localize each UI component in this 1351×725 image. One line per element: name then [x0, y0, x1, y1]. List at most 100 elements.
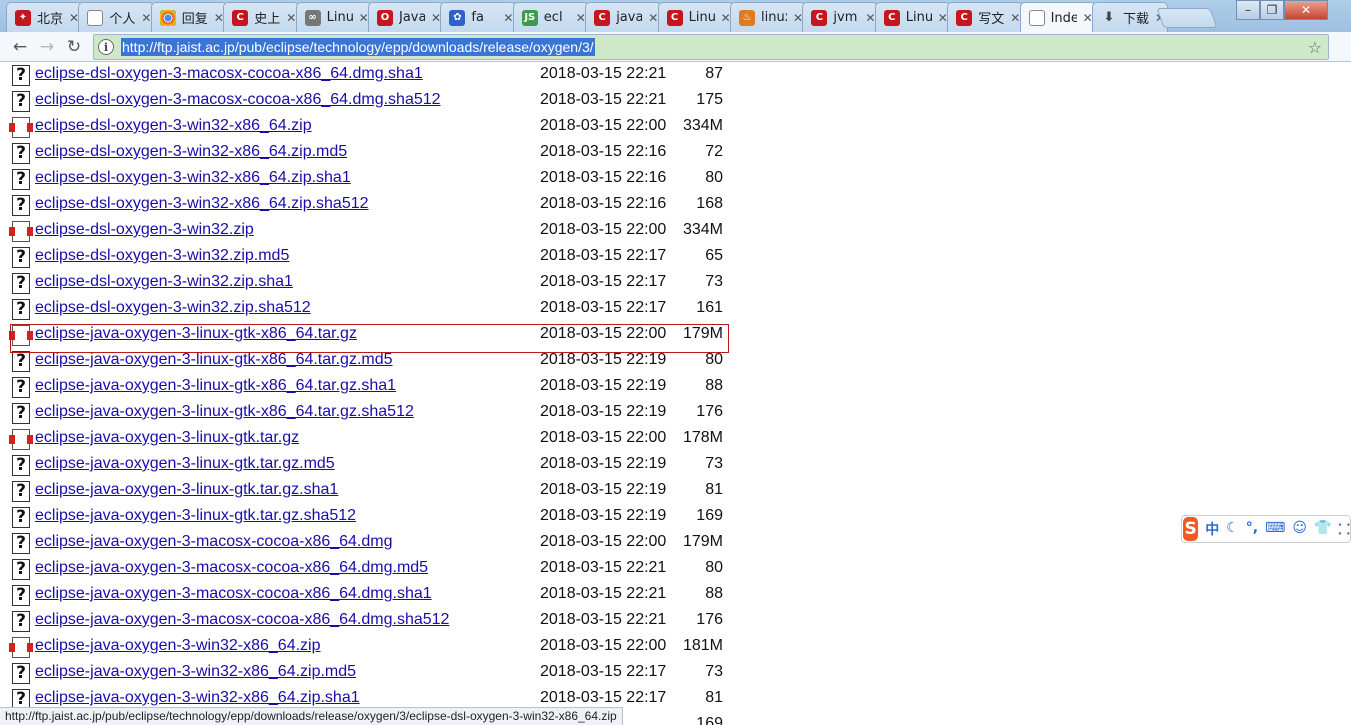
tab[interactable]: Index✕: [1019, 2, 1096, 32]
reload-button[interactable]: ↻: [63, 36, 85, 58]
ime-tool-icon[interactable]: ☾: [1226, 520, 1239, 539]
tab[interactable]: O Java ✕: [368, 2, 444, 32]
tab-close-icon[interactable]: ✕: [648, 11, 658, 25]
file-date: 2018-03-15 22:16: [540, 195, 667, 212]
file-date: 2018-03-15 22:00: [540, 533, 667, 550]
tab[interactable]: Cjvm ✕: [802, 2, 879, 32]
file-link[interactable]: eclipse-dsl-oxygen-3-win32.zip: [35, 221, 254, 239]
file-size: 73: [705, 455, 723, 472]
tab[interactable]: C 史上 ✕: [223, 2, 300, 32]
file-link[interactable]: eclipse-java-oxygen-3-linux-gtk-x86_64.t…: [35, 351, 393, 369]
restore-button[interactable]: ❐: [1260, 0, 1284, 20]
minimize-button[interactable]: –: [1236, 0, 1260, 20]
tab[interactable]: C 写文 ✕: [947, 2, 1024, 32]
ime-toolbar[interactable]: S 中 ☾ °, ⌨ ☺ 👕 ⸬: [1181, 515, 1351, 543]
file-link[interactable]: eclipse-dsl-oxygen-3-macosx-cocoa-x86_64…: [35, 91, 441, 109]
tab-title: Linux: [326, 10, 353, 25]
unknown-file-icon: [12, 663, 30, 684]
file-link[interactable]: eclipse-java-oxygen-3-win32-x86_64.zip: [35, 637, 320, 655]
tab[interactable]: 回复 ✕: [150, 2, 227, 32]
js-icon: JS: [521, 9, 538, 26]
file-link[interactable]: eclipse-java-oxygen-3-macosx-cocoa-x86_6…: [35, 585, 432, 603]
csdn-icon: C: [666, 9, 683, 26]
tab-close-icon[interactable]: ✕: [503, 11, 513, 25]
file-link[interactable]: eclipse-dsl-oxygen-3-win32-x86_64.zip.sh…: [35, 169, 351, 187]
archive-file-icon: [9, 637, 33, 658]
tab-close-icon[interactable]: ✕: [286, 11, 296, 25]
file-size: 88: [705, 585, 723, 602]
file-row: eclipse-java-oxygen-3-macosx-cocoa-x86_6…: [0, 530, 740, 556]
file-link[interactable]: eclipse-java-oxygen-3-macosx-cocoa-x86_6…: [35, 533, 393, 551]
file-link[interactable]: eclipse-dsl-oxygen-3-macosx-cocoa-x86_64…: [35, 65, 423, 83]
file-link[interactable]: eclipse-java-oxygen-3-linux-gtk.tar.gz.s…: [35, 481, 338, 499]
file-date: 2018-03-15 22:00: [540, 117, 667, 134]
forward-button[interactable]: →: [36, 36, 58, 58]
tab-close-icon[interactable]: ✕: [1010, 11, 1020, 25]
tab-close-icon[interactable]: ✕: [141, 11, 151, 25]
file-size: 178M: [682, 429, 723, 446]
file-link[interactable]: eclipse-java-oxygen-3-macosx-cocoa-x86_6…: [35, 611, 449, 629]
file-link[interactable]: eclipse-java-oxygen-3-linux-gtk-x86_64.t…: [35, 403, 414, 421]
tab[interactable]: ✦ 北京 ✕: [6, 2, 82, 32]
ime-tool-icon[interactable]: ⌨: [1265, 520, 1285, 539]
close-window-button[interactable]: ✕: [1284, 0, 1328, 20]
file-row: eclipse-dsl-oxygen-3-macosx-cocoa-x86_64…: [0, 62, 740, 88]
tab[interactable]: JS ecl ✕: [512, 2, 589, 32]
back-button[interactable]: ←: [9, 36, 31, 58]
tab[interactable]: Cjava ✕: [585, 2, 662, 32]
tab[interactable]: ∞Linux✕: [295, 2, 372, 32]
file-link[interactable]: eclipse-java-oxygen-3-macosx-cocoa-x86_6…: [35, 559, 428, 577]
tab-close-icon[interactable]: ✕: [865, 11, 875, 25]
ime-tool-icon[interactable]: ⸬: [1338, 520, 1350, 539]
file-date: 2018-03-15 22:19: [540, 481, 667, 498]
file-link[interactable]: eclipse-dsl-oxygen-3-win32.zip.md5: [35, 247, 289, 265]
unknown-file-icon: [12, 455, 30, 476]
file-link[interactable]: eclipse-java-oxygen-3-linux-gtk.tar.gz.m…: [35, 455, 335, 473]
file-link[interactable]: eclipse-java-oxygen-3-linux-gtk.tar.gz.s…: [35, 507, 356, 525]
file-link[interactable]: eclipse-java-oxygen-3-linux-gtk-x86_64.t…: [35, 377, 396, 395]
file-size: 334M: [682, 117, 723, 134]
file-link[interactable]: eclipse-dsl-oxygen-3-win32-x86_64.zip.md…: [35, 143, 347, 161]
file-date: 2018-03-15 22:17: [540, 299, 667, 316]
sogou-logo-icon[interactable]: S: [1183, 517, 1199, 541]
file-link[interactable]: eclipse-dsl-oxygen-3-win32-x86_64.zip: [35, 117, 312, 135]
tab[interactable]: 个人 ✕: [78, 2, 155, 32]
file-date: 2018-03-15 22:21: [540, 611, 667, 628]
file-size: 80: [705, 351, 723, 368]
file-row: eclipse-java-oxygen-3-win32-x86_64.zip.m…: [0, 660, 740, 686]
ime-tool-icon[interactable]: ☺: [1292, 520, 1307, 539]
ime-lang-toggle[interactable]: 中: [1205, 519, 1219, 539]
file-size: 168: [696, 195, 723, 212]
csdn-icon: C: [594, 9, 611, 26]
new-tab-button[interactable]: [1156, 8, 1218, 28]
tab-title: jvm: [833, 10, 858, 25]
tab[interactable]: CLinux✕: [874, 2, 951, 32]
tab[interactable]: ♨linux✕: [730, 2, 806, 32]
file-link[interactable]: eclipse-dsl-oxygen-3-win32.zip.sha512: [35, 299, 311, 317]
file-link[interactable]: eclipse-java-oxygen-3-linux-gtk.tar.gz: [35, 429, 299, 447]
file-date: 2018-03-15 22:00: [540, 637, 667, 654]
unknown-file-icon: [12, 143, 30, 164]
address-bar[interactable]: i http://ftp.jaist.ac.jp/pub/eclipse/tec…: [93, 34, 1329, 60]
file-link[interactable]: eclipse-dsl-oxygen-3-win32-x86_64.zip.sh…: [35, 195, 369, 213]
file-row: eclipse-java-oxygen-3-linux-gtk-x86_64.t…: [0, 400, 740, 426]
file-link[interactable]: eclipse-java-oxygen-3-win32-x86_64.zip.s…: [35, 689, 360, 707]
address-url[interactable]: http://ftp.jaist.ac.jp/pub/eclipse/techn…: [121, 38, 595, 56]
file-link[interactable]: eclipse-java-oxygen-3-linux-gtk-x86_64.t…: [35, 325, 357, 343]
unknown-file-icon: [12, 377, 30, 398]
file-date: 2018-03-15 22:21: [540, 91, 667, 108]
info-icon[interactable]: i: [98, 39, 114, 55]
unknown-file-icon: [12, 299, 30, 320]
file-row: eclipse-dsl-oxygen-3-win32.zip 2018-03-15…: [0, 218, 740, 244]
tab[interactable]: ✿ fa ✕: [440, 2, 517, 32]
unknown-file-icon: [12, 195, 30, 216]
tab-title: 个人: [109, 12, 136, 27]
file-link[interactable]: eclipse-dsl-oxygen-3-win32.zip.sha1: [35, 273, 293, 291]
file-link[interactable]: eclipse-java-oxygen-3-win32-x86_64.zip.m…: [35, 663, 356, 681]
bookmark-star-icon[interactable]: ☆: [1308, 38, 1322, 57]
tab[interactable]: ⬇下载✕: [1092, 2, 1168, 32]
ime-tool-icon[interactable]: 👕: [1314, 520, 1331, 539]
ime-tools: ☾ °, ⌨ ☺ 👕 ⸬: [1219, 520, 1350, 539]
tab[interactable]: CLinux✕: [657, 2, 734, 32]
ime-tool-icon[interactable]: °,: [1246, 520, 1258, 539]
